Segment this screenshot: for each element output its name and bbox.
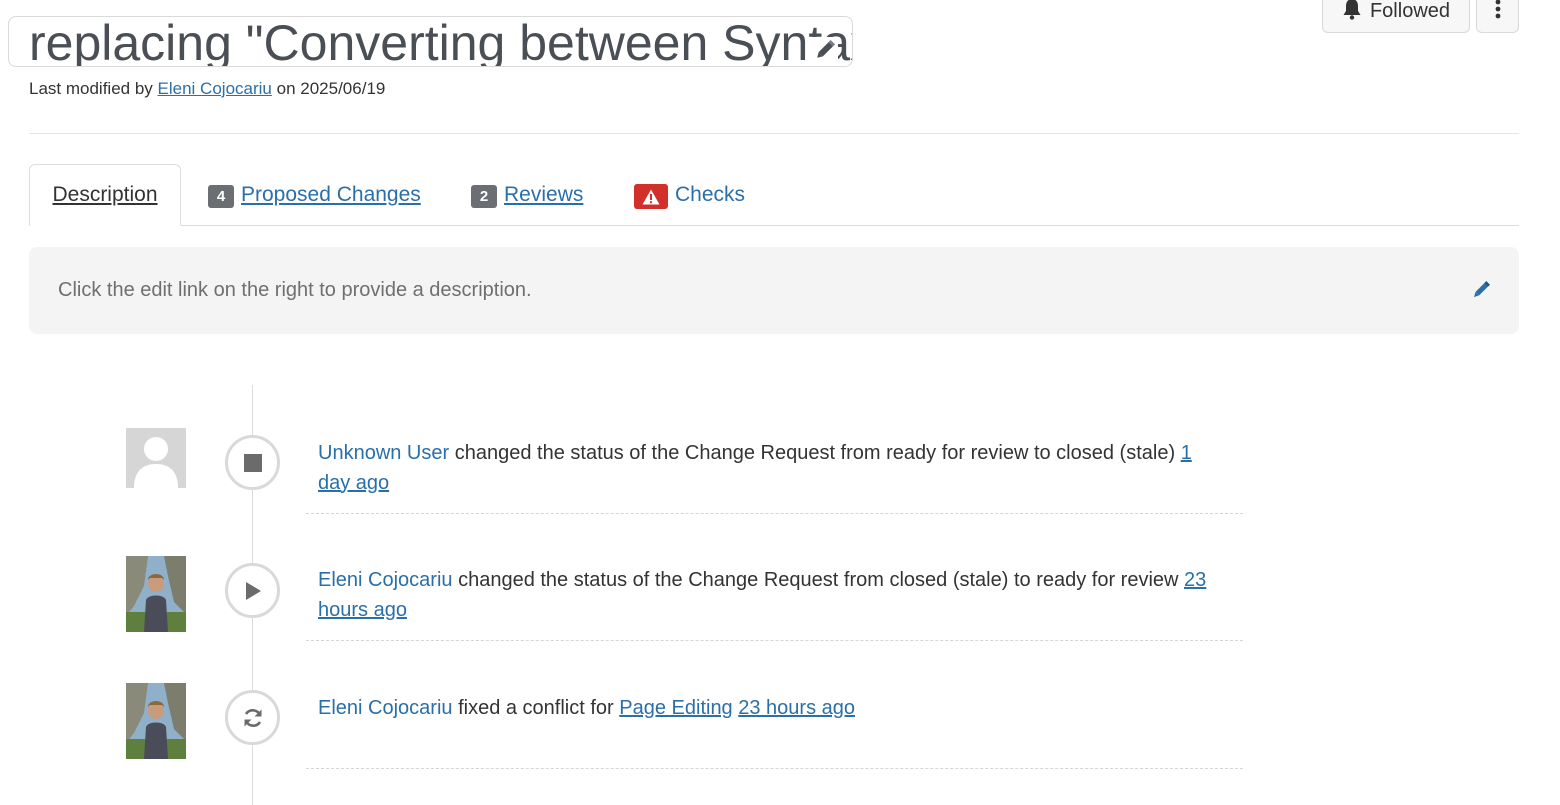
event-text: Eleni Cojocariu fixed a conflict for Pag…: [318, 694, 1218, 724]
tab-description[interactable]: Description: [29, 164, 181, 226]
event-time-link[interactable]: 23 hours ago: [738, 697, 855, 719]
event-page-link[interactable]: Page Editing: [619, 697, 732, 719]
event-separator: [306, 513, 1243, 514]
more-actions-button[interactable]: [1476, 0, 1519, 33]
user-photo-avatar[interactable]: [126, 683, 186, 759]
last-modified-line: Last modified by Eleni Cojocariu on 2025…: [29, 79, 385, 99]
header-divider: [29, 133, 1519, 134]
tab-reviews[interactable]: 2 Reviews: [471, 164, 583, 226]
description-panel: Click the edit link on the right to prov…: [29, 247, 1519, 334]
tab-proposed-changes[interactable]: 4 Proposed Changes: [208, 164, 421, 226]
follow-label: Followed: [1369, 0, 1451, 22]
tab-reviews-label: Reviews: [504, 183, 584, 206]
vertical-ellipsis-icon: [1495, 0, 1501, 26]
stop-icon: [225, 435, 280, 490]
last-modified-user-link[interactable]: Eleni Cojocariu: [158, 79, 272, 98]
reviews-count-badge: 2: [471, 185, 497, 208]
default-user-avatar[interactable]: [126, 428, 186, 488]
bell-icon: [1342, 0, 1362, 26]
play-icon: [225, 563, 280, 618]
refresh-icon: [225, 690, 280, 745]
event-separator: [306, 768, 1243, 769]
last-modified-on: on: [276, 79, 296, 98]
event-user-link[interactable]: Eleni Cojocariu: [318, 569, 453, 591]
event-description: fixed a conflict for: [452, 697, 620, 719]
last-modified-prefix: Last modified by: [29, 79, 153, 98]
pencil-icon[interactable]: [1470, 279, 1492, 301]
proposed-changes-count-badge: 4: [208, 185, 234, 208]
user-photo-avatar[interactable]: [126, 556, 186, 632]
event-description: changed the status of the Change Request…: [449, 442, 1181, 464]
warning-icon: [634, 184, 668, 209]
tab-proposed-changes-label: Proposed Changes: [241, 183, 421, 206]
event-description: changed the status of the Change Request…: [452, 569, 1185, 591]
last-modified-date: 2025/06/19: [300, 79, 386, 98]
tab-description-label: Description: [52, 183, 158, 206]
event-user-link[interactable]: Eleni Cojocariu: [318, 697, 453, 719]
tab-checks-label: Checks: [675, 183, 746, 206]
event-text: Unknown User changed the status of the C…: [318, 439, 1218, 498]
event-separator: [306, 640, 1243, 641]
description-placeholder: Click the edit link on the right to prov…: [58, 279, 532, 301]
follow-button[interactable]: Followed: [1322, 0, 1470, 33]
page-title: replacing "Converting between Syntaxes": [29, 16, 852, 67]
event-user-link[interactable]: Unknown User: [318, 442, 449, 464]
tab-checks[interactable]: Checks: [634, 164, 745, 226]
event-text: Eleni Cojocariu changed the status of th…: [318, 566, 1218, 625]
title-field[interactable]: replacing "Converting between Syntaxes": [8, 16, 853, 67]
pencil-icon[interactable]: [812, 37, 838, 63]
